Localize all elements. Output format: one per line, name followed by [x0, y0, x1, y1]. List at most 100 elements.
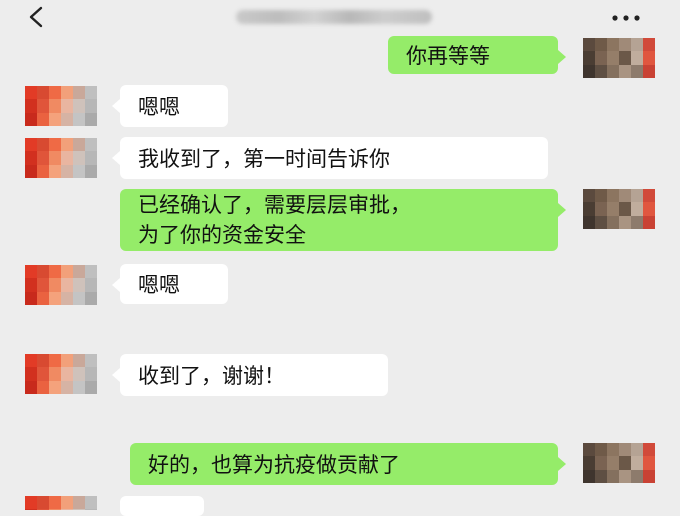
self-avatar[interactable] — [583, 443, 655, 483]
chat-header — [0, 0, 680, 36]
message-bubble-incoming[interactable]: 嗯嗯 — [112, 85, 228, 127]
avatar-mosaic-tile — [619, 189, 631, 203]
avatar-mosaic-tile — [607, 469, 619, 483]
avatar-mosaic-tile — [583, 443, 595, 457]
avatar-mosaic-tile — [49, 99, 61, 114]
message-bubble-incoming[interactable]: 收到了，谢谢！ — [112, 354, 388, 396]
avatar-mosaic-tile — [643, 215, 655, 229]
avatar-mosaic-tile — [25, 99, 37, 114]
avatar-mosaic-tile — [631, 38, 643, 52]
avatar-mosaic-tile — [25, 265, 37, 279]
avatar-mosaic-tile — [619, 64, 631, 78]
avatar-mosaic-tile — [73, 138, 85, 152]
avatar-mosaic-tile — [37, 151, 49, 166]
avatar-mosaic-tile — [49, 278, 61, 293]
contact-avatar[interactable] — [25, 138, 97, 178]
avatar-mosaic-tile — [73, 278, 85, 293]
avatar-mosaic-tile — [643, 202, 655, 217]
avatar-mosaic-tile — [583, 215, 595, 229]
contact-avatar[interactable] — [25, 265, 97, 305]
avatar-mosaic-tile — [37, 380, 49, 394]
avatar-mosaic-tile — [631, 51, 643, 66]
avatar-mosaic-tile — [73, 367, 85, 382]
avatar-mosaic-tile — [73, 112, 85, 126]
avatar-mosaic-tile — [643, 456, 655, 471]
avatar-mosaic-tile — [25, 164, 37, 178]
avatar-mosaic-tile — [25, 112, 37, 126]
avatar-mosaic-tile — [49, 151, 61, 166]
message-text: 收到了，谢谢！ — [138, 364, 285, 388]
avatar-mosaic-tile — [73, 265, 85, 279]
avatar-mosaic-tile — [631, 215, 643, 229]
message-text: 好的，也算为抗疫做贡献了 — [148, 453, 400, 477]
more-dots-icon[interactable] — [606, 8, 646, 28]
avatar-mosaic-tile — [37, 164, 49, 178]
avatar-mosaic-tile — [619, 456, 631, 471]
message-text: 我收到了，第一时间告诉你 — [138, 147, 390, 171]
message-bubble-incoming-partial[interactable] — [120, 496, 204, 516]
avatar-mosaic-tile — [607, 443, 619, 457]
avatar-mosaic-tile — [37, 138, 49, 152]
message-bubble-outgoing[interactable]: 已经确认了，需要层层审批， 为了你的资金安全 — [120, 189, 566, 251]
message-text-line: 为了你的资金安全 — [138, 223, 306, 247]
avatar-mosaic-tile — [49, 265, 61, 279]
avatar-mosaic-tile — [595, 64, 607, 78]
contact-avatar[interactable] — [25, 86, 97, 126]
avatar-mosaic-tile — [583, 64, 595, 78]
avatar-mosaic-tile — [643, 189, 655, 203]
avatar-mosaic-tile — [25, 367, 37, 382]
avatar-mosaic-tile — [73, 151, 85, 166]
avatar-mosaic-tile — [61, 354, 73, 368]
avatar-mosaic-tile — [25, 380, 37, 394]
avatar-mosaic-tile — [595, 189, 607, 203]
avatar-mosaic-tile — [73, 99, 85, 114]
message-text: 嗯嗯 — [138, 95, 180, 119]
avatar-mosaic-tile — [25, 496, 37, 510]
avatar-mosaic-tile — [49, 380, 61, 394]
message-bubble-outgoing[interactable]: 好的，也算为抗疫做贡献了 — [130, 443, 566, 485]
avatar-mosaic-tile — [583, 51, 595, 66]
avatar-mosaic-tile — [61, 380, 73, 394]
avatar-mosaic-tile — [25, 354, 37, 368]
avatar-mosaic-tile — [643, 38, 655, 52]
avatar-mosaic-tile — [643, 64, 655, 78]
avatar-mosaic-tile — [61, 112, 73, 126]
avatar-mosaic-tile — [61, 99, 73, 114]
self-avatar[interactable] — [583, 189, 655, 229]
avatar-mosaic-tile — [85, 86, 97, 100]
avatar-mosaic-tile — [73, 496, 85, 510]
avatar-mosaic-tile — [85, 291, 97, 305]
avatar-mosaic-tile — [85, 367, 97, 382]
self-avatar[interactable] — [583, 38, 655, 78]
avatar-mosaic-tile — [595, 456, 607, 471]
avatar-mosaic-tile — [607, 38, 619, 52]
chevron-left-icon[interactable] — [24, 4, 50, 30]
contact-avatar[interactable] — [25, 496, 97, 510]
avatar-mosaic-tile — [643, 469, 655, 483]
avatar-mosaic-tile — [25, 138, 37, 152]
message-text-line: 已经确认了，需要层层审批， — [138, 193, 411, 217]
avatar-mosaic-tile — [631, 443, 643, 457]
message-bubble-incoming[interactable]: 我收到了，第一时间告诉你 — [112, 137, 548, 179]
message-text: 嗯嗯 — [138, 273, 180, 297]
contact-avatar[interactable] — [25, 354, 97, 394]
avatar-mosaic-tile — [37, 86, 49, 100]
avatar-mosaic-tile — [37, 496, 49, 510]
avatar-mosaic-tile — [25, 151, 37, 166]
message-bubble-incoming[interactable]: 嗯嗯 — [112, 264, 228, 304]
avatar-mosaic-tile — [631, 202, 643, 217]
avatar-mosaic-tile — [61, 496, 73, 510]
message-bubble-outgoing[interactable]: 你再等等 — [388, 36, 566, 74]
avatar-mosaic-tile — [619, 443, 631, 457]
avatar-mosaic-tile — [49, 138, 61, 152]
avatar-mosaic-tile — [37, 99, 49, 114]
avatar-mosaic-tile — [85, 99, 97, 114]
avatar-mosaic-tile — [25, 278, 37, 293]
avatar-mosaic-tile — [61, 151, 73, 166]
avatar-mosaic-tile — [85, 265, 97, 279]
avatar-mosaic-tile — [85, 112, 97, 126]
avatar-mosaic-tile — [583, 189, 595, 203]
avatar-mosaic-tile — [85, 354, 97, 368]
avatar-mosaic-tile — [73, 291, 85, 305]
avatar-mosaic-tile — [583, 202, 595, 217]
